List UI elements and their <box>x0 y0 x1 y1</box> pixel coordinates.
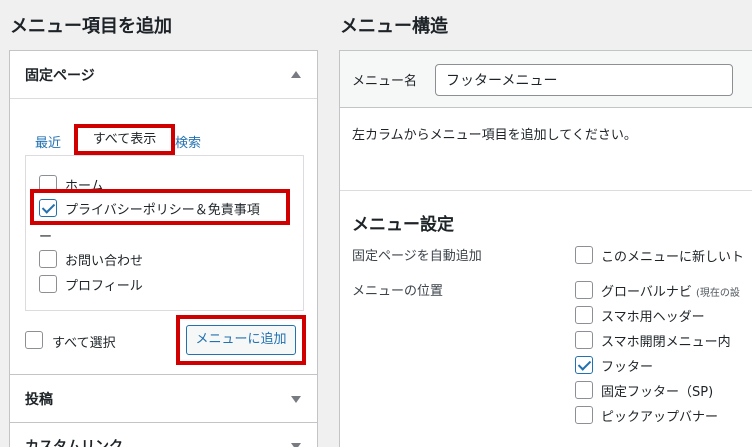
checkbox[interactable] <box>575 406 593 424</box>
tab-search[interactable]: 検索 <box>175 132 201 151</box>
page-item-label: ー <box>39 230 53 245</box>
location-label: スマホ開閉メニュー内 <box>601 335 731 350</box>
highlight-box <box>30 189 290 225</box>
menu-structure-panel: メニュー名 左カラムからメニュー項目を追加してください。 メニュー設定 固定ペー… <box>339 50 752 447</box>
checkbox-checked[interactable] <box>575 356 593 374</box>
select-all-label: すべて選択 <box>52 336 116 351</box>
pages-section-title: 固定ページ <box>25 68 95 84</box>
checkbox[interactable] <box>575 331 593 349</box>
pages-section-header[interactable]: 固定ページ <box>10 51 317 99</box>
tab-recent[interactable]: 最近 <box>35 132 61 151</box>
checkbox[interactable] <box>575 381 593 399</box>
custom-links-section-title: カスタムリンク <box>25 439 123 447</box>
auto-add-label: 固定ページを自動追加 <box>352 249 482 264</box>
divider <box>340 190 752 191</box>
posts-section[interactable]: 投稿 <box>9 375 318 423</box>
pages-checklist: ホーム プライバシーポリシー＆免責事項 ー お問い合わせ プロフィール <box>25 155 304 311</box>
menu-name-bar: メニュー名 <box>339 50 752 108</box>
checkbox[interactable] <box>575 246 593 264</box>
location-label: 固定フッター（SP) <box>601 385 714 400</box>
location-label: ピックアップバナー <box>601 410 719 425</box>
checkbox[interactable] <box>575 306 593 324</box>
add-menu-items-panel: 固定ページ 最近 すべて表示 検索 ホーム プライバシーポリシー＆免責事項 ー <box>9 50 318 447</box>
posts-section-title: 投稿 <box>25 392 53 408</box>
custom-links-section[interactable]: カスタムリンク <box>9 423 318 447</box>
location-label: グローバルナビ (現在の設 <box>601 285 740 300</box>
menu-body: 左カラムからメニュー項目を追加してください。 メニュー設定 固定ページを自動追加… <box>339 108 752 447</box>
tab-view-all[interactable]: すべて表示 <box>74 124 175 155</box>
location-label: フッター <box>601 360 654 375</box>
add-to-menu-button[interactable]: メニューに追加 <box>176 315 306 365</box>
checkbox[interactable] <box>39 250 57 268</box>
add-menu-items-heading: メニュー項目を追加 <box>10 16 172 37</box>
menu-name-input[interactable] <box>435 64 733 96</box>
select-all-checkbox[interactable] <box>25 331 43 349</box>
checkbox[interactable] <box>575 281 593 299</box>
collapse-arrow-icon[interactable] <box>291 71 301 78</box>
menu-structure-heading: メニュー構造 <box>340 16 448 37</box>
auto-add-option-label: このメニューに新しいト <box>601 250 745 265</box>
menu-name-label: メニュー名 <box>352 74 418 89</box>
page-item-label: お問い合わせ <box>65 254 144 269</box>
menu-instructions: 左カラムからメニュー項目を追加してください。 <box>352 128 637 143</box>
pages-section: 固定ページ 最近 すべて表示 検索 ホーム プライバシーポリシー＆免責事項 ー <box>9 50 318 375</box>
location-note: (現在の設 <box>696 288 740 299</box>
page-item-label: プロフィール <box>65 279 143 294</box>
location-label: スマホ用ヘッダー <box>601 310 705 325</box>
checkbox[interactable] <box>39 275 57 293</box>
menu-location-label: メニューの位置 <box>352 284 444 299</box>
add-to-menu-label: メニューに追加 <box>186 325 296 355</box>
menu-settings-heading: メニュー設定 <box>352 215 454 235</box>
expand-arrow-icon[interactable] <box>291 443 301 447</box>
expand-arrow-icon[interactable] <box>291 396 301 403</box>
